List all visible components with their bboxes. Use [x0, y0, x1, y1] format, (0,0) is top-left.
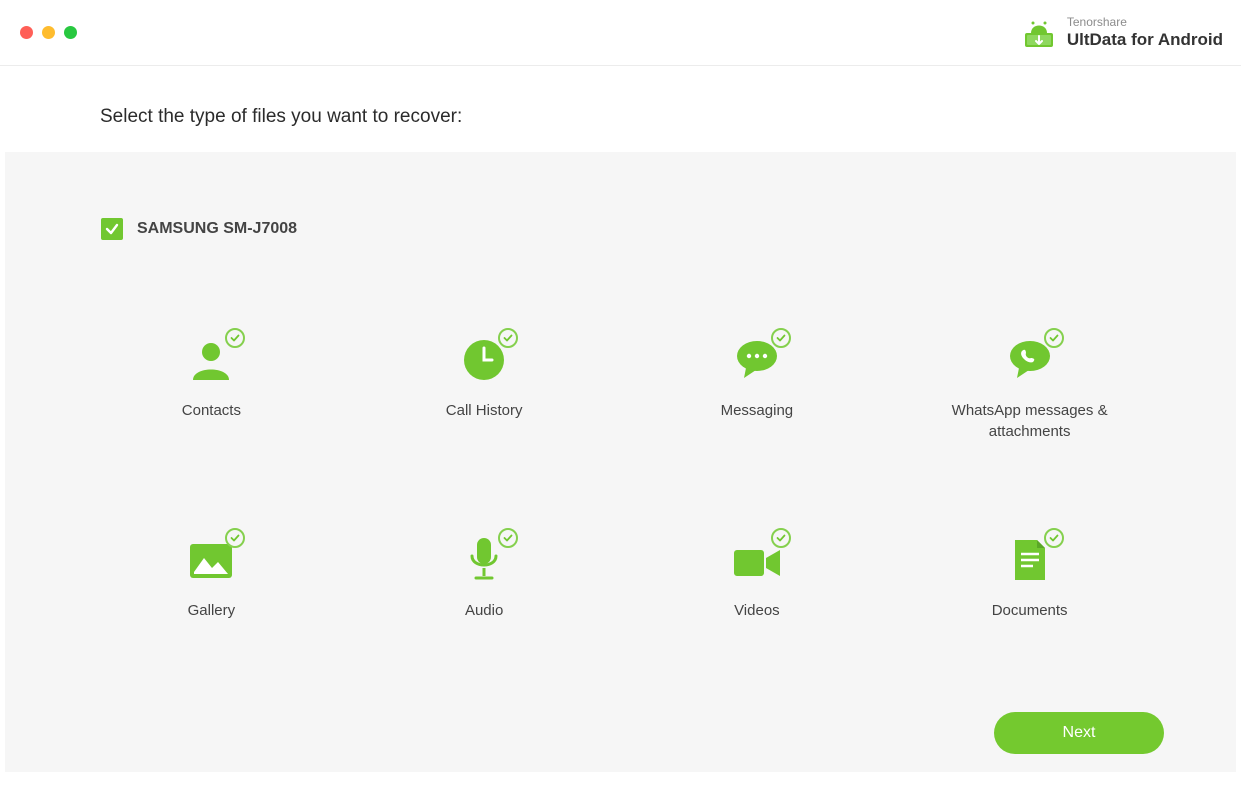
tile-videos[interactable]: Videos	[631, 532, 884, 621]
check-badge-icon	[225, 528, 245, 548]
contacts-icon	[181, 332, 241, 382]
brand-product: UltData for Android	[1067, 30, 1223, 50]
titlebar: Tenorshare UltData for Android	[0, 0, 1241, 66]
check-badge-icon	[498, 328, 518, 348]
check-badge-icon	[1044, 528, 1064, 548]
brand-text: Tenorshare UltData for Android	[1067, 15, 1223, 50]
brand-block: Tenorshare UltData for Android	[1021, 15, 1223, 51]
device-label: SAMSUNG SM-J7008	[137, 220, 297, 238]
window-controls	[18, 26, 77, 39]
check-badge-icon	[1044, 328, 1064, 348]
tile-gallery[interactable]: Gallery	[85, 532, 338, 621]
tile-label: Call History	[446, 400, 523, 421]
select-all-device[interactable]: SAMSUNG SM-J7008	[101, 218, 297, 240]
tile-messaging[interactable]: Messaging	[631, 332, 884, 442]
select-all-checkbox[interactable]	[101, 218, 123, 240]
messaging-icon	[727, 332, 787, 382]
gallery-icon	[181, 532, 241, 582]
next-button[interactable]: Next	[994, 712, 1164, 754]
window-minimize-button[interactable]	[42, 26, 55, 39]
tile-contacts[interactable]: Contacts	[85, 332, 338, 442]
tile-label: Audio	[465, 600, 503, 621]
tile-label: Videos	[734, 600, 780, 621]
check-badge-icon	[771, 528, 791, 548]
documents-icon	[1000, 532, 1060, 582]
tile-call-history[interactable]: Call History	[358, 332, 611, 442]
tile-documents[interactable]: Documents	[903, 532, 1156, 621]
tile-whatsapp[interactable]: WhatsApp messages & attachments	[903, 332, 1156, 442]
videos-icon	[727, 532, 787, 582]
tile-label: Documents	[992, 600, 1068, 621]
brand-company: Tenorshare	[1067, 15, 1223, 29]
selection-panel: SAMSUNG SM-J7008 Contacts	[5, 152, 1236, 772]
audio-icon	[454, 532, 514, 582]
tile-audio[interactable]: Audio	[358, 532, 611, 621]
brand-logo-icon	[1021, 15, 1057, 51]
page-heading: Select the type of files you want to rec…	[0, 66, 1241, 152]
tile-label: Gallery	[188, 600, 236, 621]
tile-label: Contacts	[182, 400, 241, 421]
call-history-icon	[454, 332, 514, 382]
whatsapp-icon	[1000, 332, 1060, 382]
check-badge-icon	[225, 328, 245, 348]
tile-label: Messaging	[721, 400, 794, 421]
filetype-grid: Contacts Call History	[85, 332, 1156, 621]
check-badge-icon	[771, 328, 791, 348]
tile-label: WhatsApp messages & attachments	[930, 400, 1130, 442]
check-badge-icon	[498, 528, 518, 548]
window-close-button[interactable]	[20, 26, 33, 39]
window-maximize-button[interactable]	[64, 26, 77, 39]
